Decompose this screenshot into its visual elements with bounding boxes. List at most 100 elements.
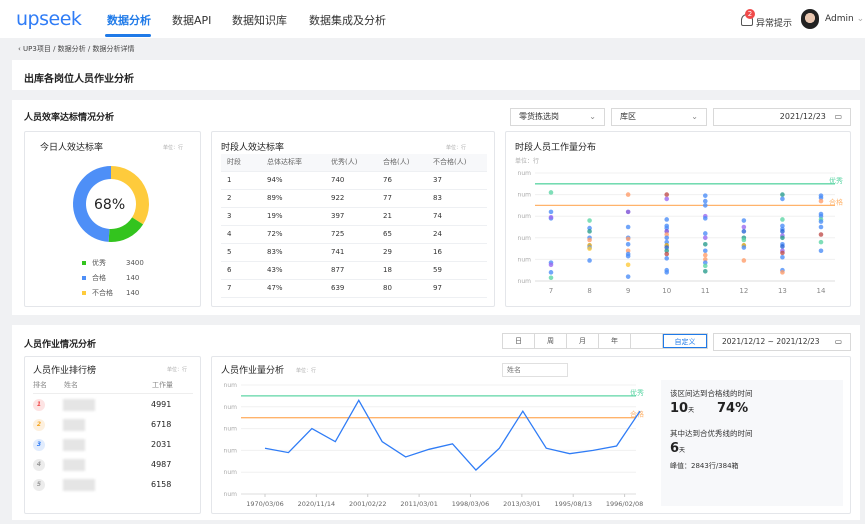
period-option[interactable] [631,334,663,348]
table-row[interactable]: 2 89% 922 77 83 [221,189,487,208]
scatter-point[interactable] [587,246,592,251]
line-point[interactable] [474,469,477,472]
line-point[interactable] [334,440,337,443]
table-row[interactable]: 4 72% 725 65 24 [221,225,487,244]
scatter-point[interactable] [702,231,708,236]
table-row[interactable]: 5 83% 741 29 16 [221,243,487,262]
scatter-point[interactable] [548,275,554,281]
scatter-point[interactable] [625,236,631,242]
breadcrumb-item[interactable]: 数据分析 [58,45,86,53]
scatter-point[interactable] [818,232,824,237]
donut-slice-不合格[interactable] [111,166,149,225]
line-point[interactable] [521,410,524,413]
avatar[interactable] [801,9,819,29]
line-point[interactable] [568,452,571,455]
scatter-point[interactable] [587,237,592,243]
scatter-point[interactable] [741,218,747,223]
period-option[interactable]: 周 [535,334,567,348]
nav-data-analysis[interactable]: 数据分析 [107,12,151,28]
scatter-point[interactable] [780,244,785,249]
scatter-point[interactable] [625,224,631,230]
scatter-point[interactable] [780,217,785,222]
line-point[interactable] [592,449,595,452]
scatter-point[interactable] [664,270,670,275]
scatter-point[interactable] [664,217,670,222]
scatter-point[interactable] [664,235,670,241]
scatter-point[interactable] [818,219,824,224]
line-point[interactable] [615,445,618,448]
line-point[interactable] [287,451,290,454]
table-row[interactable]: 6 43% 877 18 59 [221,261,487,280]
scatter-point[interactable] [664,196,670,202]
scatter-point[interactable] [664,256,670,261]
scatter-point[interactable] [818,198,824,204]
user-menu[interactable]: Admin ⌄ [825,14,864,24]
scatter-point[interactable] [702,268,708,274]
ranking-row[interactable]: 2 6718 [33,419,193,433]
scatter-point[interactable] [702,198,708,204]
scatter-point[interactable] [702,248,708,254]
scatter-point[interactable] [587,218,592,223]
scatter-point[interactable] [702,203,708,208]
scatter-point[interactable] [548,214,554,220]
scatter-point[interactable] [625,274,631,279]
line-point[interactable] [381,440,384,443]
scatter-point[interactable] [741,245,747,250]
ranking-row[interactable]: 5 6158 [33,479,193,493]
period-option[interactable]: 日 [503,334,535,348]
scatter-point[interactable] [780,270,785,275]
scatter-point[interactable] [818,239,824,245]
scatter-point[interactable] [548,209,554,215]
scatter-point[interactable] [780,235,785,241]
scatter-point[interactable] [741,237,747,243]
table-row[interactable]: 3 19% 397 21 74 [221,207,487,226]
scatter-point[interactable] [625,192,631,197]
period-option[interactable]: 年 [599,334,631,348]
scatter-point[interactable] [664,192,670,197]
scatter-point[interactable] [702,263,708,269]
alert-link[interactable]: 异常提示 [756,16,792,29]
ranking-row[interactable]: 1 4991 [33,399,193,413]
scatter-point[interactable] [625,241,631,247]
scatter-point[interactable] [625,209,631,215]
date-range-picker[interactable]: 2021/12/12 ~ 2021/12/23 ▭ [713,333,851,351]
period-option[interactable]: 月 [567,334,599,348]
scatter-point[interactable] [741,229,747,234]
scatter-point[interactable] [702,235,708,241]
scatter-point[interactable] [702,252,708,258]
date-picker[interactable]: 2021/12/23 ▭ [713,108,851,126]
scatter-point[interactable] [625,262,631,268]
line-point[interactable] [545,447,548,450]
scatter-point[interactable] [741,258,747,263]
line-point[interactable] [264,447,267,450]
scatter-point[interactable] [780,254,785,260]
line-point[interactable] [639,410,642,413]
scatter-point[interactable] [548,190,554,195]
line-point[interactable] [451,442,454,445]
table-row[interactable]: 7 47% 639 80 97 [221,279,487,298]
scatter-point[interactable] [780,192,785,197]
post-select[interactable]: 零货拣选岗 ⌄ [510,108,605,126]
scatter-point[interactable] [548,262,554,268]
scatter-point[interactable] [780,196,785,202]
period-option[interactable]: 自定义 [663,334,707,348]
breadcrumb-item[interactable]: UP3项目 [23,45,51,53]
nav-integration[interactable]: 数据集成及分析 [309,12,386,28]
scatter-point[interactable] [818,248,824,254]
scatter-point[interactable] [702,241,708,247]
scatter-point[interactable] [702,193,708,198]
scatter-point[interactable] [702,216,708,221]
scatter-point[interactable] [780,250,785,256]
line-point[interactable] [310,427,313,430]
donut-slice-优秀[interactable] [108,217,144,242]
line-point[interactable] [404,455,407,458]
table-row[interactable]: 1 94% 740 76 37 [221,171,487,190]
name-search-input[interactable] [502,363,568,377]
scatter-point[interactable] [780,229,785,234]
scatter-point[interactable] [587,229,592,234]
line-point[interactable] [357,399,360,402]
nav-data-api[interactable]: 数据API [172,12,211,28]
scatter-point[interactable] [548,270,554,275]
scatter-point[interactable] [818,224,824,230]
nav-knowledge-base[interactable]: 数据知识库 [232,12,287,28]
